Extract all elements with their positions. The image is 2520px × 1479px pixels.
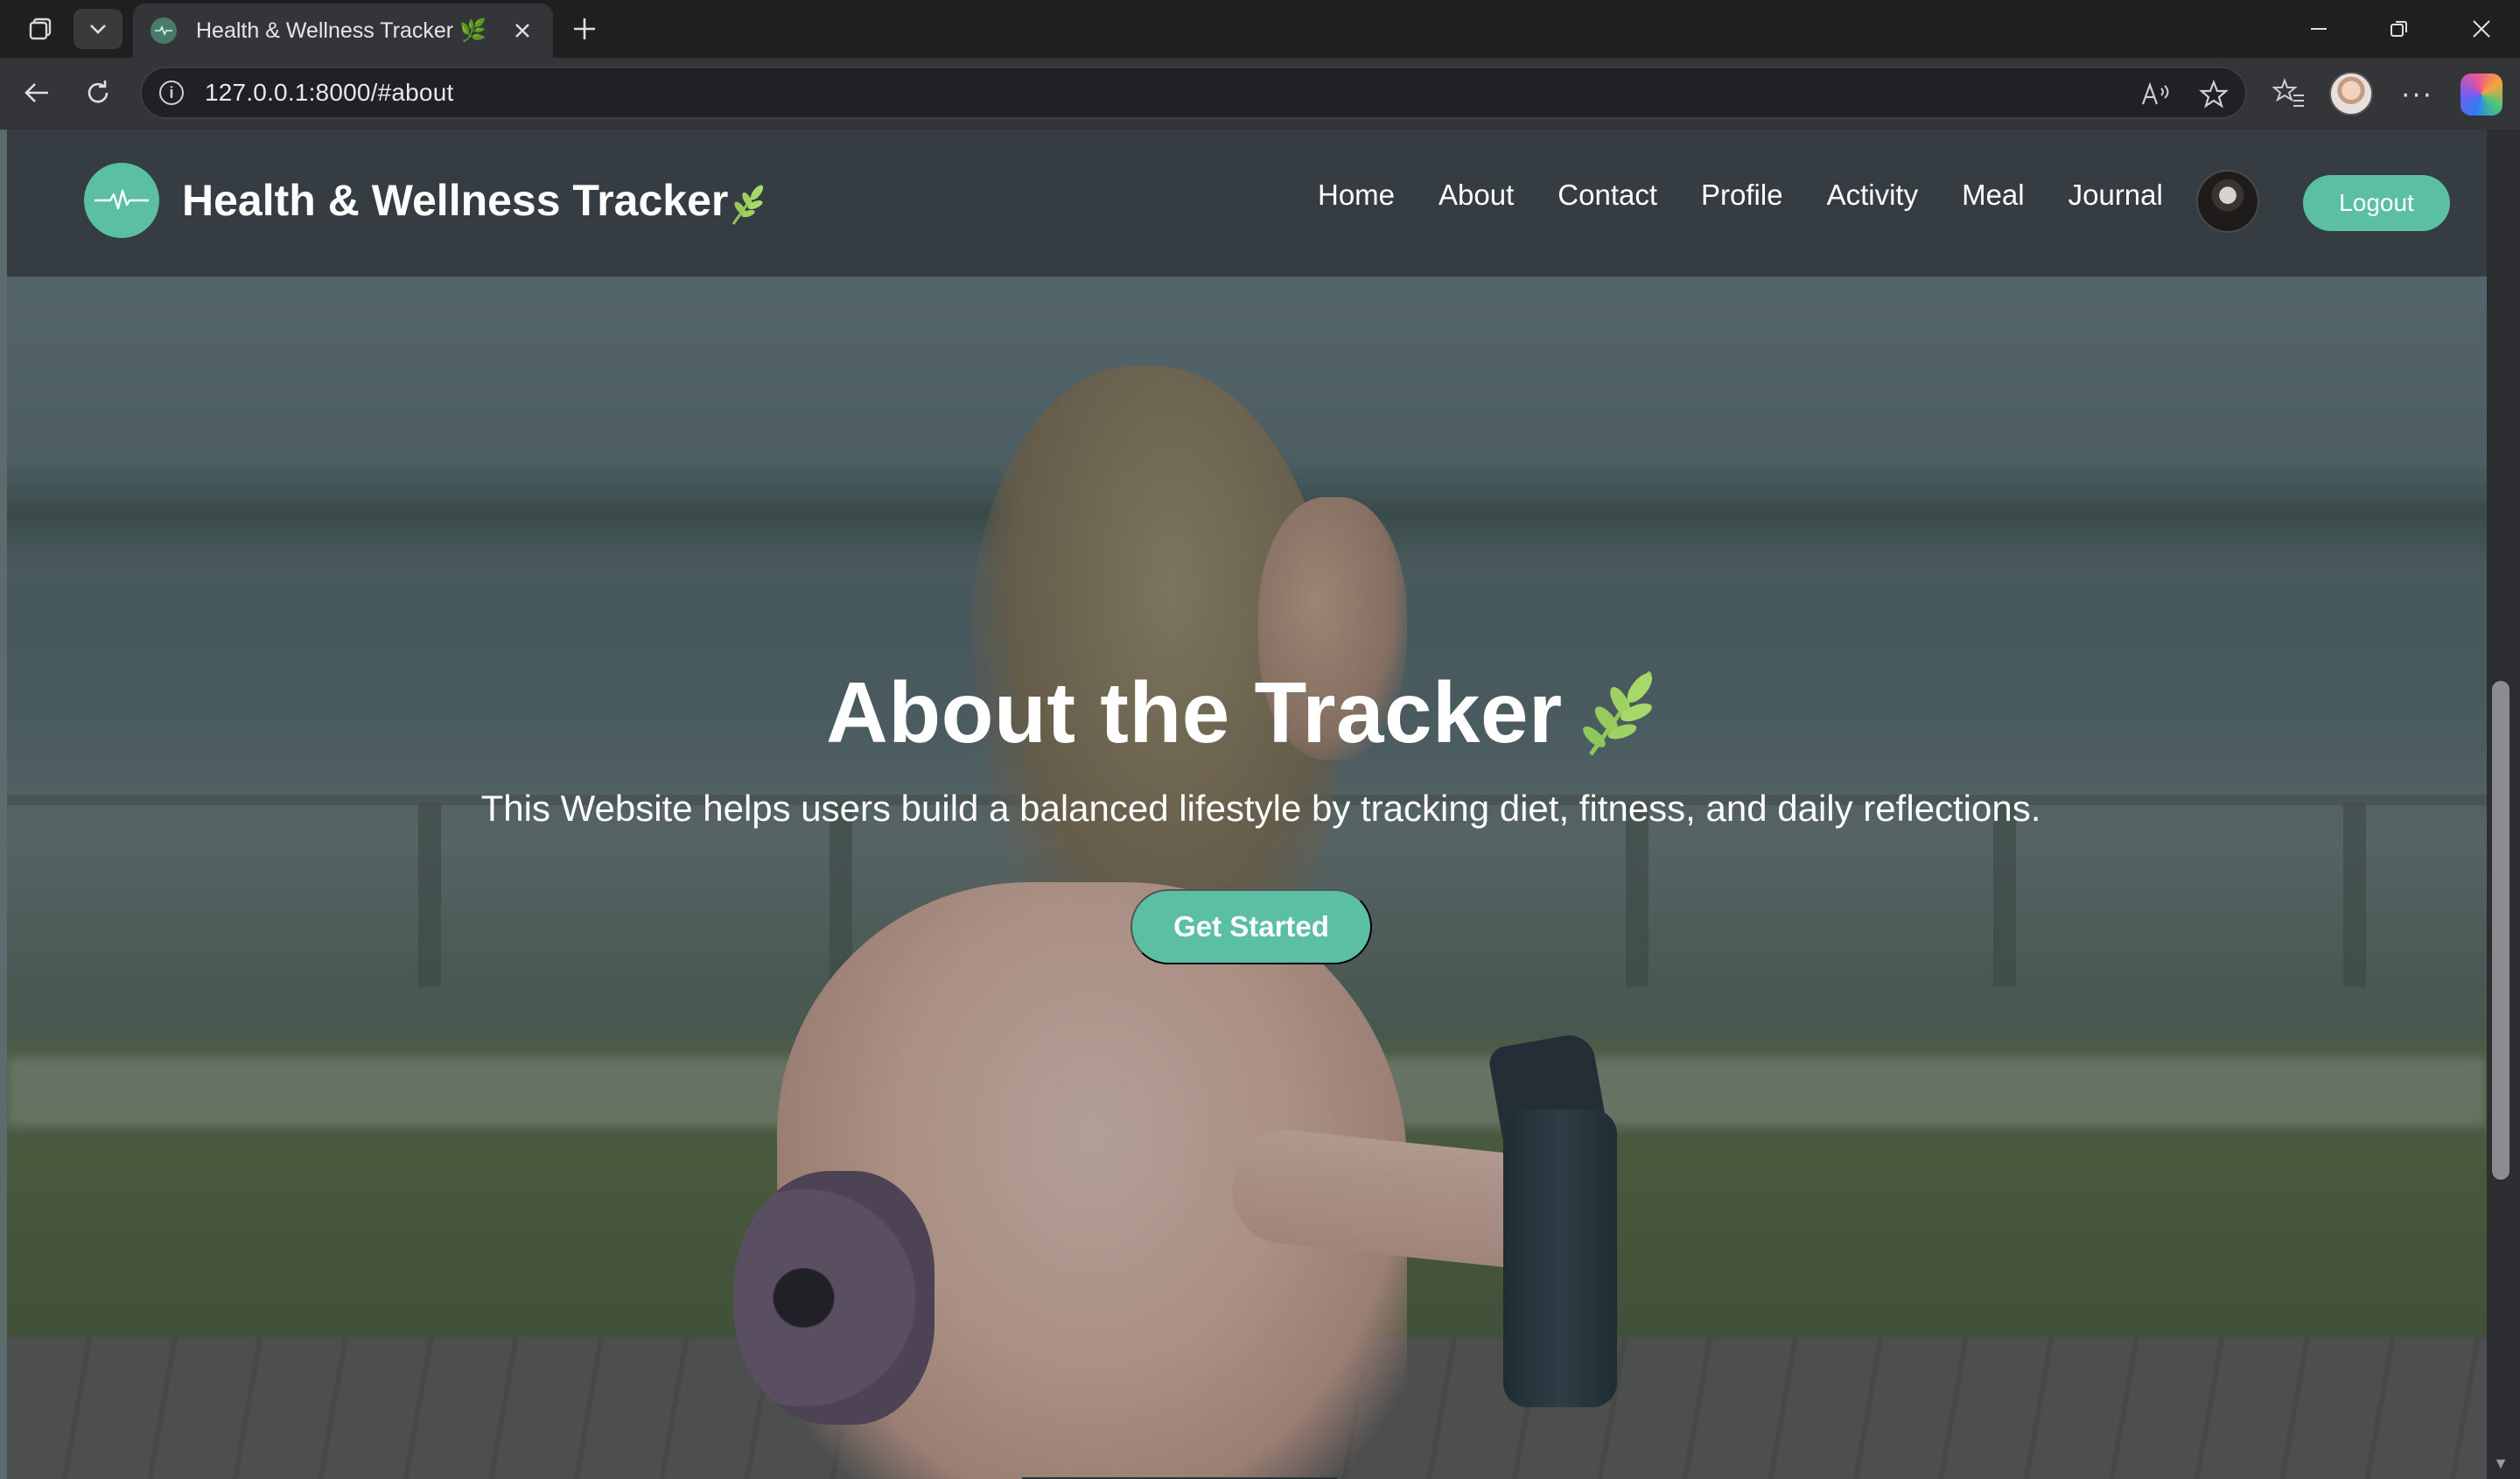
nav-link-journal[interactable]: Journal <box>2068 179 2163 212</box>
hero-title: About the Tracker <box>826 664 1563 761</box>
nav-link-meal[interactable]: Meal <box>1962 179 2025 212</box>
hero-subtitle: This Website helps users build a balance… <box>480 788 2041 829</box>
restore-button[interactable] <box>2373 7 2426 51</box>
tab-list-button[interactable] <box>74 9 122 49</box>
minimize-icon <box>2311 28 2327 30</box>
chevron-down-icon <box>90 25 106 34</box>
site-info-icon[interactable]: i <box>159 81 184 105</box>
heartbeat-icon[interactable] <box>84 163 159 238</box>
url-text[interactable]: 127.0.0.1:8000/#about <box>205 79 453 107</box>
scrollbar-thumb[interactable] <box>2492 681 2510 1180</box>
new-tab-button[interactable] <box>560 9 609 49</box>
tab-actions-button[interactable] <box>16 9 65 49</box>
restore-icon <box>2390 21 2407 37</box>
site-navbar: Health & Wellness Tracker Home About Con… <box>7 130 2487 277</box>
back-button[interactable] <box>12 68 61 117</box>
favorites-button[interactable] <box>2268 74 2310 114</box>
leaf-icon <box>1583 670 1653 756</box>
close-icon <box>2473 20 2490 38</box>
minimize-button[interactable] <box>2292 7 2345 51</box>
brand-name[interactable]: Health & Wellness Tracker <box>182 175 728 226</box>
get-started-button[interactable]: Get Started <box>1130 889 1372 964</box>
favorites-icon <box>2272 78 2304 107</box>
hero-background-image: About the Tracker This Website helps use… <box>7 130 2487 1479</box>
nav-link-contact[interactable]: Contact <box>1558 179 1657 212</box>
read-aloud-button[interactable] <box>2137 79 2175 110</box>
favicon-icon <box>150 18 177 44</box>
read-aloud-icon <box>2141 81 2169 105</box>
logout-button[interactable]: Logout <box>2303 175 2450 231</box>
nav-link-home[interactable]: Home <box>1318 179 1395 212</box>
active-tab[interactable]: Health & Wellness Tracker 🌿 <box>133 4 553 58</box>
add-favorite-button[interactable] <box>2194 79 2233 110</box>
tab-close-button[interactable] <box>508 16 537 46</box>
browser-profile-avatar[interactable] <box>2329 72 2373 116</box>
workspaces-icon <box>29 18 52 40</box>
url-field[interactable]: i 127.0.0.1:8000/#about <box>140 67 2247 119</box>
scroll-down-arrow[interactable]: ▼ <box>2490 1454 2511 1472</box>
page-viewport: About the Tracker This Website helps use… <box>0 130 2520 1479</box>
star-icon <box>2199 80 2229 109</box>
reload-button[interactable] <box>74 68 122 117</box>
arrow-left-icon <box>24 83 48 102</box>
nav-link-activity[interactable]: Activity <box>1827 179 1919 212</box>
window-close-button[interactable] <box>2455 7 2508 51</box>
close-icon <box>515 24 529 38</box>
leaf-icon <box>732 185 764 225</box>
nav-link-about[interactable]: About <box>1438 179 1514 212</box>
tab-title: Health & Wellness Tracker 🌿 <box>196 18 487 43</box>
copilot-icon[interactable] <box>2460 74 2502 116</box>
address-bar: i 127.0.0.1:8000/#about ··· <box>0 58 2520 130</box>
nav-link-profile[interactable]: Profile <box>1701 179 1783 212</box>
more-menu-button[interactable]: ··· <box>2392 74 2441 114</box>
reload-icon <box>88 81 108 103</box>
hero-content: About the Tracker This Website helps use… <box>7 130 2487 1479</box>
plus-icon <box>574 18 595 39</box>
nav-links: Home About Contact Profile Activity Meal… <box>1318 179 2207 212</box>
user-avatar[interactable] <box>2196 170 2259 233</box>
browser-tab-bar: Health & Wellness Tracker 🌿 <box>0 0 2520 58</box>
